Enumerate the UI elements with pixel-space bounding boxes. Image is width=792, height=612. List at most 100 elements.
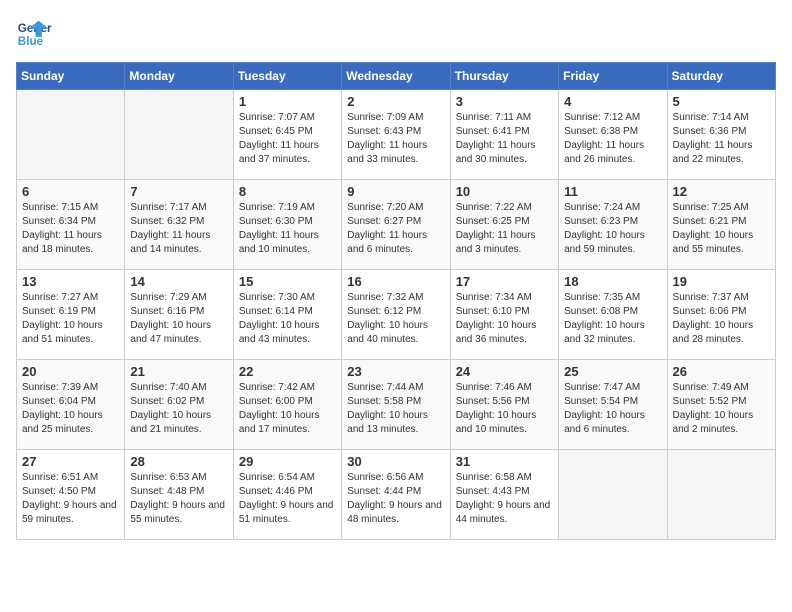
day-info: Sunrise: 7:39 AM Sunset: 6:04 PM Dayligh… bbox=[22, 381, 119, 437]
day-info: Sunrise: 7:42 AM Sunset: 6:00 PM Dayligh… bbox=[239, 381, 336, 437]
day-number: 7 bbox=[130, 184, 227, 199]
day-number: 20 bbox=[22, 364, 119, 379]
day-info: Sunrise: 6:53 AM Sunset: 4:48 PM Dayligh… bbox=[130, 471, 227, 527]
day-number: 3 bbox=[456, 94, 553, 109]
day-number: 6 bbox=[22, 184, 119, 199]
day-number: 26 bbox=[673, 364, 770, 379]
day-info: Sunrise: 6:58 AM Sunset: 4:43 PM Dayligh… bbox=[456, 471, 553, 527]
day-info: Sunrise: 6:54 AM Sunset: 4:46 PM Dayligh… bbox=[239, 471, 336, 527]
calendar-cell: 5 Sunrise: 7:14 AM Sunset: 6:36 PM Daylig… bbox=[667, 90, 775, 180]
col-header-friday: Friday bbox=[559, 63, 667, 90]
calendar-cell: 21 Sunrise: 7:40 AM Sunset: 6:02 PM Dayli… bbox=[125, 360, 233, 450]
calendar-week-row: 1 Sunrise: 7:07 AM Sunset: 6:45 PM Daylig… bbox=[17, 90, 776, 180]
calendar-cell: 9Sunrise: 7:20 AM Sunset: 6:27 PM Daylig… bbox=[342, 180, 450, 270]
calendar-cell bbox=[125, 90, 233, 180]
day-number: 16 bbox=[347, 274, 444, 289]
day-info: Sunrise: 7:35 AM Sunset: 6:08 PM Dayligh… bbox=[564, 291, 661, 347]
calendar-cell: 25Sunrise: 7:47 AM Sunset: 5:54 PM Dayli… bbox=[559, 360, 667, 450]
day-info: Sunrise: 7:22 AM Sunset: 6:25 PM Dayligh… bbox=[456, 201, 553, 257]
day-info: Sunrise: 7:32 AM Sunset: 6:12 PM Dayligh… bbox=[347, 291, 444, 347]
day-number: 18 bbox=[564, 274, 661, 289]
calendar-cell: 2 Sunrise: 7:09 AM Sunset: 6:43 PM Daylig… bbox=[342, 90, 450, 180]
day-number: 5 bbox=[673, 94, 770, 109]
day-info: Sunrise: 7:14 AM Sunset: 6:36 PM Dayligh… bbox=[673, 111, 770, 167]
calendar-header-row: SundayMondayTuesdayWednesdayThursdayFrid… bbox=[17, 63, 776, 90]
calendar-cell bbox=[559, 450, 667, 540]
calendar-cell: 12 Sunrise: 7:25 AM Sunset: 6:21 PM Dayli… bbox=[667, 180, 775, 270]
calendar-cell: 29 Sunrise: 6:54 AM Sunset: 4:46 PM Dayli… bbox=[233, 450, 341, 540]
calendar-cell: 3 Sunrise: 7:11 AM Sunset: 6:41 PM Daylig… bbox=[450, 90, 558, 180]
calendar-week-row: 20 Sunrise: 7:39 AM Sunset: 6:04 PM Dayli… bbox=[17, 360, 776, 450]
calendar-cell: 17 Sunrise: 7:34 AM Sunset: 6:10 PM Dayli… bbox=[450, 270, 558, 360]
col-header-sunday: Sunday bbox=[17, 63, 125, 90]
calendar-cell: 19Sunrise: 7:37 AM Sunset: 6:06 PM Dayli… bbox=[667, 270, 775, 360]
calendar-cell: 30Sunrise: 6:56 AM Sunset: 4:44 PM Dayli… bbox=[342, 450, 450, 540]
calendar-cell bbox=[667, 450, 775, 540]
calendar-cell: 13 Sunrise: 7:27 AM Sunset: 6:19 PM Dayli… bbox=[17, 270, 125, 360]
day-info: Sunrise: 7:07 AM Sunset: 6:45 PM Dayligh… bbox=[239, 111, 336, 167]
day-number: 31 bbox=[456, 454, 553, 469]
calendar-cell: 10 Sunrise: 7:22 AM Sunset: 6:25 PM Dayli… bbox=[450, 180, 558, 270]
day-number: 13 bbox=[22, 274, 119, 289]
day-number: 17 bbox=[456, 274, 553, 289]
day-number: 30 bbox=[347, 454, 444, 469]
calendar-week-row: 13 Sunrise: 7:27 AM Sunset: 6:19 PM Dayli… bbox=[17, 270, 776, 360]
day-number: 24 bbox=[456, 364, 553, 379]
day-info: Sunrise: 7:24 AM Sunset: 6:23 PM Dayligh… bbox=[564, 201, 661, 257]
col-header-saturday: Saturday bbox=[667, 63, 775, 90]
calendar-cell: 31 Sunrise: 6:58 AM Sunset: 4:43 PM Dayli… bbox=[450, 450, 558, 540]
day-number: 8 bbox=[239, 184, 336, 199]
day-number: 25 bbox=[564, 364, 661, 379]
calendar-cell: 24 Sunrise: 7:46 AM Sunset: 5:56 PM Dayli… bbox=[450, 360, 558, 450]
day-info: Sunrise: 7:09 AM Sunset: 6:43 PM Dayligh… bbox=[347, 111, 444, 167]
calendar-cell: 15 Sunrise: 7:30 AM Sunset: 6:14 PM Dayli… bbox=[233, 270, 341, 360]
day-info: Sunrise: 7:27 AM Sunset: 6:19 PM Dayligh… bbox=[22, 291, 119, 347]
calendar-cell: 28 Sunrise: 6:53 AM Sunset: 4:48 PM Dayli… bbox=[125, 450, 233, 540]
day-info: Sunrise: 7:46 AM Sunset: 5:56 PM Dayligh… bbox=[456, 381, 553, 437]
day-info: Sunrise: 7:34 AM Sunset: 6:10 PM Dayligh… bbox=[456, 291, 553, 347]
day-number: 1 bbox=[239, 94, 336, 109]
day-info: Sunrise: 7:44 AM Sunset: 5:58 PM Dayligh… bbox=[347, 381, 444, 437]
day-info: Sunrise: 6:51 AM Sunset: 4:50 PM Dayligh… bbox=[22, 471, 119, 527]
day-number: 22 bbox=[239, 364, 336, 379]
day-number: 4 bbox=[564, 94, 661, 109]
day-number: 11 bbox=[564, 184, 661, 199]
day-number: 14 bbox=[130, 274, 227, 289]
calendar-cell: 20 Sunrise: 7:39 AM Sunset: 6:04 PM Dayli… bbox=[17, 360, 125, 450]
calendar-cell: 14Sunrise: 7:29 AM Sunset: 6:16 PM Dayli… bbox=[125, 270, 233, 360]
day-info: Sunrise: 7:11 AM Sunset: 6:41 PM Dayligh… bbox=[456, 111, 553, 167]
col-header-tuesday: Tuesday bbox=[233, 63, 341, 90]
calendar-cell: 4 Sunrise: 7:12 AM Sunset: 6:38 PM Daylig… bbox=[559, 90, 667, 180]
calendar-week-row: 6 Sunrise: 7:15 AM Sunset: 6:34 PM Daylig… bbox=[17, 180, 776, 270]
day-number: 23 bbox=[347, 364, 444, 379]
day-number: 28 bbox=[130, 454, 227, 469]
day-info: Sunrise: 7:12 AM Sunset: 6:38 PM Dayligh… bbox=[564, 111, 661, 167]
day-number: 12 bbox=[673, 184, 770, 199]
day-number: 10 bbox=[456, 184, 553, 199]
calendar-cell: 1 Sunrise: 7:07 AM Sunset: 6:45 PM Daylig… bbox=[233, 90, 341, 180]
calendar-cell: 6 Sunrise: 7:15 AM Sunset: 6:34 PM Daylig… bbox=[17, 180, 125, 270]
col-header-wednesday: Wednesday bbox=[342, 63, 450, 90]
calendar-cell: 27Sunrise: 6:51 AM Sunset: 4:50 PM Dayli… bbox=[17, 450, 125, 540]
calendar-cell: 16 Sunrise: 7:32 AM Sunset: 6:12 PM Dayli… bbox=[342, 270, 450, 360]
day-number: 21 bbox=[130, 364, 227, 379]
logo-icon: General Blue bbox=[16, 16, 52, 52]
day-info: Sunrise: 7:19 AM Sunset: 6:30 PM Dayligh… bbox=[239, 201, 336, 257]
calendar-cell: 18 Sunrise: 7:35 AM Sunset: 6:08 PM Dayli… bbox=[559, 270, 667, 360]
page-header: General Blue bbox=[16, 16, 776, 52]
day-number: 29 bbox=[239, 454, 336, 469]
day-info: Sunrise: 7:25 AM Sunset: 6:21 PM Dayligh… bbox=[673, 201, 770, 257]
calendar-cell: 11 Sunrise: 7:24 AM Sunset: 6:23 PM Dayli… bbox=[559, 180, 667, 270]
calendar-cell: 22 Sunrise: 7:42 AM Sunset: 6:00 PM Dayli… bbox=[233, 360, 341, 450]
logo: General Blue bbox=[16, 16, 56, 52]
day-info: Sunrise: 7:30 AM Sunset: 6:14 PM Dayligh… bbox=[239, 291, 336, 347]
day-info: Sunrise: 7:40 AM Sunset: 6:02 PM Dayligh… bbox=[130, 381, 227, 437]
day-number: 15 bbox=[239, 274, 336, 289]
day-number: 2 bbox=[347, 94, 444, 109]
calendar-cell: 23 Sunrise: 7:44 AM Sunset: 5:58 PM Dayli… bbox=[342, 360, 450, 450]
day-info: Sunrise: 7:15 AM Sunset: 6:34 PM Dayligh… bbox=[22, 201, 119, 257]
calendar-cell: 26 Sunrise: 7:49 AM Sunset: 5:52 PM Dayli… bbox=[667, 360, 775, 450]
day-number: 19 bbox=[673, 274, 770, 289]
day-info: Sunrise: 7:49 AM Sunset: 5:52 PM Dayligh… bbox=[673, 381, 770, 437]
calendar-cell bbox=[17, 90, 125, 180]
